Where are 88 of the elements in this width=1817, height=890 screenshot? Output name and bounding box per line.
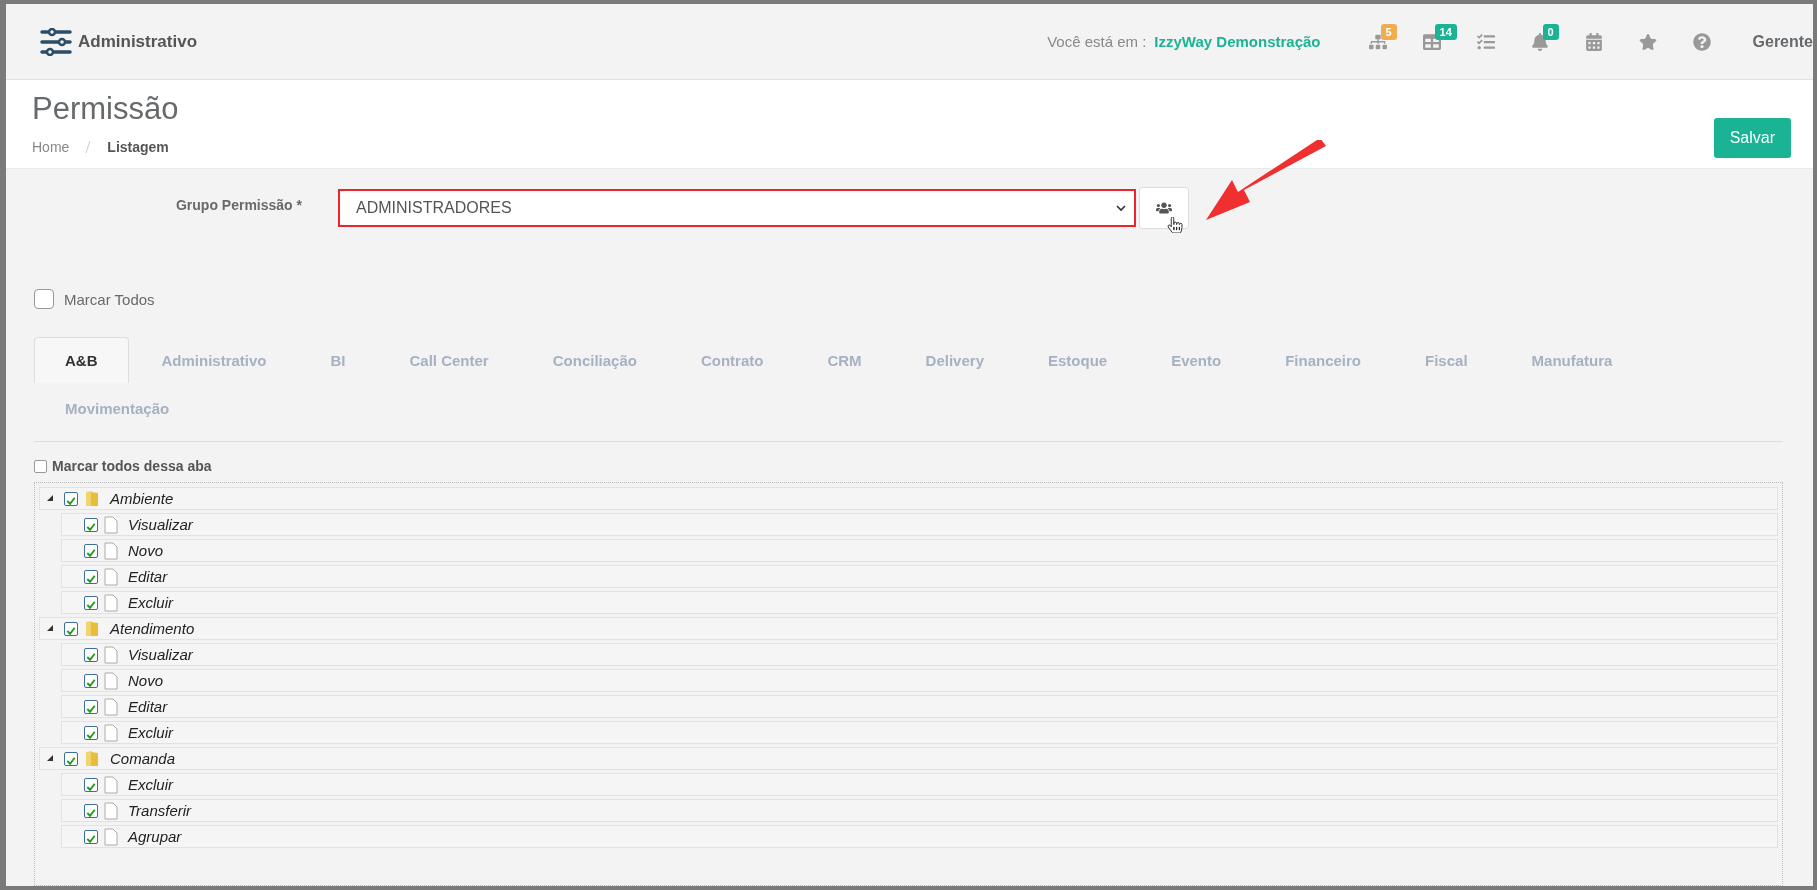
folder-icon (84, 750, 100, 767)
checkbox[interactable] (84, 517, 98, 532)
sliders-icon (40, 27, 72, 56)
checkbox[interactable] (34, 459, 47, 473)
tree-label: Visualizar (128, 646, 193, 663)
breadcrumb-item: Listagem (107, 139, 169, 155)
tree-label: Novo (128, 542, 164, 559)
document-icon (104, 801, 118, 820)
checkbox[interactable] (84, 803, 98, 818)
breadcrumb-separator (85, 141, 92, 153)
checkbox[interactable] (84, 595, 98, 610)
checklist-icon[interactable] (1476, 32, 1495, 51)
tree-row[interactable]: Excluir (61, 591, 1778, 614)
tree-row[interactable]: Transferir (61, 799, 1778, 822)
save-button[interactable]: Salvar (1713, 118, 1791, 158)
field-label: Grupo Permissão * (174, 196, 303, 213)
checkbox[interactable] (84, 569, 98, 584)
tree-label: Visualizar (128, 516, 193, 533)
tree-label: Novo (128, 672, 164, 689)
document-icon (104, 775, 118, 794)
tree-row[interactable]: Visualizar (61, 643, 1778, 666)
group-button[interactable] (1139, 187, 1189, 229)
tree-row[interactable]: Excluir (61, 721, 1778, 744)
tree-label: Editar (128, 568, 168, 585)
help-icon[interactable] (1692, 32, 1711, 51)
document-icon (104, 645, 118, 664)
tree-row[interactable]: Editar (61, 695, 1778, 718)
tree-label: Ambiente (110, 490, 174, 507)
tree-row[interactable]: Ambiente (39, 487, 1778, 510)
checkbox[interactable] (84, 543, 98, 558)
module-title: Administrativo (78, 31, 198, 52)
checkbox[interactable] (64, 751, 78, 766)
tree-row[interactable]: Novo (61, 539, 1778, 562)
toggle-icon[interactable] (46, 753, 54, 762)
document-icon (104, 723, 118, 742)
checkbox[interactable] (84, 725, 98, 740)
checkbox[interactable] (84, 777, 98, 792)
document-icon (104, 541, 118, 560)
tree-label: Atendimento (110, 620, 195, 637)
checkbox[interactable] (84, 699, 98, 714)
tree-row[interactable]: Agrupar (61, 825, 1778, 848)
document-icon (104, 515, 118, 534)
count-badge: 0 (1542, 23, 1559, 40)
tree-label: Excluir (128, 724, 173, 741)
checkbox[interactable] (84, 673, 98, 688)
group-select[interactable]: ADMINISTRADORES (338, 189, 1136, 227)
toggle-icon[interactable] (46, 623, 54, 632)
page-title: Permissão (32, 91, 180, 127)
location-label: Você está em : (1047, 33, 1147, 50)
folder-icon (84, 490, 100, 507)
chevron-icon (1116, 204, 1126, 212)
pointer-cursor-icon (1167, 217, 1183, 233)
checkbox[interactable] (84, 647, 98, 662)
tree-row[interactable]: Excluir (61, 773, 1778, 796)
tree-label: Agrupar (128, 828, 182, 845)
user-name[interactable]: Gerente (1752, 32, 1813, 51)
checkbox[interactable] (64, 621, 78, 636)
tab[interactable]: A&B (34, 337, 129, 383)
sitemap-icon[interactable] (1368, 32, 1387, 51)
users-icon (1156, 200, 1172, 216)
tree-label: Editar (128, 698, 168, 715)
tree-label: Transferir (128, 802, 192, 819)
breadcrumb-item[interactable]: Home (32, 139, 70, 155)
document-icon (104, 593, 118, 612)
count-badge: 14 (1434, 23, 1457, 40)
document-icon (104, 827, 118, 846)
checkbox[interactable] (34, 289, 54, 309)
bell-icon[interactable] (1530, 32, 1549, 51)
tree-row[interactable]: Novo (61, 669, 1778, 692)
tree-row[interactable]: Editar (61, 565, 1778, 588)
document-icon (104, 697, 118, 716)
checkbox-label: Marcar todos dessa aba (52, 458, 212, 474)
calendar-icon[interactable] (1584, 32, 1603, 51)
count-badge: 5 (1380, 23, 1397, 40)
star-icon[interactable] (1638, 32, 1657, 51)
checkbox[interactable] (64, 491, 78, 506)
tree-label: Excluir (128, 776, 173, 793)
checkbox[interactable] (84, 829, 98, 844)
document-icon (104, 567, 118, 586)
tree-label: Comanda (110, 750, 176, 767)
folder-icon (84, 620, 100, 637)
tree-row[interactable]: Atendimento (39, 617, 1778, 640)
toggle-icon[interactable] (46, 493, 54, 502)
document-icon (104, 671, 118, 690)
tree-row[interactable]: Comanda (39, 747, 1778, 770)
tree-label: Excluir (128, 594, 173, 611)
checkbox-label: Marcar Todos (64, 290, 155, 308)
tree-row[interactable]: Visualizar (61, 513, 1778, 536)
